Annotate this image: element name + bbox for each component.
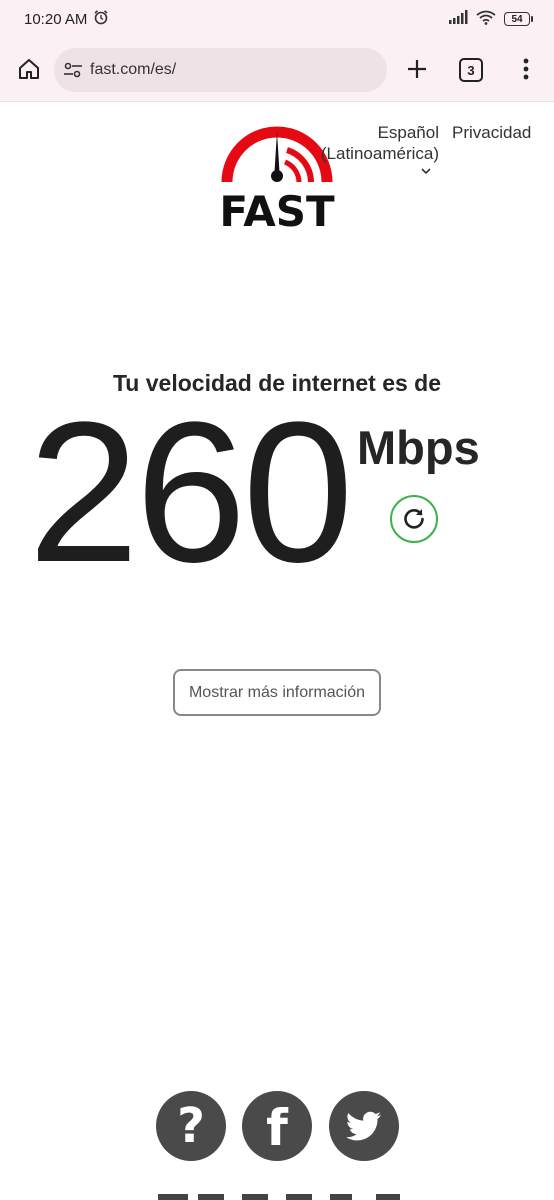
status-bar: 10:20 AM 54 — [0, 0, 554, 38]
alarm-icon — [93, 9, 109, 29]
refresh-icon — [404, 509, 424, 529]
status-right: 54 — [448, 10, 533, 29]
new-tab-button[interactable] — [400, 52, 434, 86]
footer-link-fragment — [242, 1194, 268, 1200]
language-line2: (Latinoamérica) — [320, 144, 439, 163]
status-left: 10:20 AM — [24, 9, 109, 29]
speed-value: 260 — [28, 381, 354, 604]
show-more-info-button[interactable]: Mostrar más información — [173, 669, 381, 716]
footer-link-fragment — [330, 1194, 352, 1200]
more-vert-icon — [523, 58, 529, 80]
chevron-down-icon[interactable] — [419, 165, 433, 177]
help-button[interactable]: ? — [156, 1091, 226, 1161]
battery-icon: 54 — [504, 12, 533, 26]
privacy-link[interactable]: Privacidad — [452, 122, 531, 143]
speed-units: Mbps — [357, 421, 480, 474]
signal-icon — [448, 10, 468, 28]
tab-switcher-button[interactable]: 3 — [459, 58, 483, 82]
facebook-button[interactable]: f — [242, 1091, 312, 1161]
home-button[interactable] — [12, 52, 46, 86]
language-selector[interactable]: Español (Latinoamérica) — [305, 122, 439, 164]
plus-icon — [408, 60, 426, 78]
status-time: 10:20 AM — [24, 10, 88, 28]
footer-link-fragment — [376, 1194, 400, 1200]
home-icon — [19, 59, 39, 79]
browser-toolbar: fast.com/es/ 3 — [0, 38, 554, 102]
facebook-icon: f — [266, 1099, 288, 1157]
address-bar[interactable]: fast.com/es/ — [54, 48, 387, 92]
refresh-button[interactable] — [390, 495, 438, 543]
twitter-icon — [346, 1111, 381, 1141]
question-icon: ? — [177, 1098, 205, 1154]
site-settings-icon[interactable] — [62, 59, 84, 81]
twitter-button[interactable] — [329, 1091, 399, 1161]
footer-link-fragment — [158, 1194, 188, 1200]
footer-links-strip — [150, 1194, 410, 1200]
footer-link-fragment — [198, 1194, 224, 1200]
url-text: fast.com/es/ — [90, 61, 177, 78]
wifi-icon — [476, 10, 496, 29]
logo-text: FAST — [219, 187, 335, 230]
footer-link-fragment — [286, 1194, 312, 1200]
menu-button[interactable] — [514, 52, 538, 86]
language-line1: Español — [377, 123, 439, 142]
